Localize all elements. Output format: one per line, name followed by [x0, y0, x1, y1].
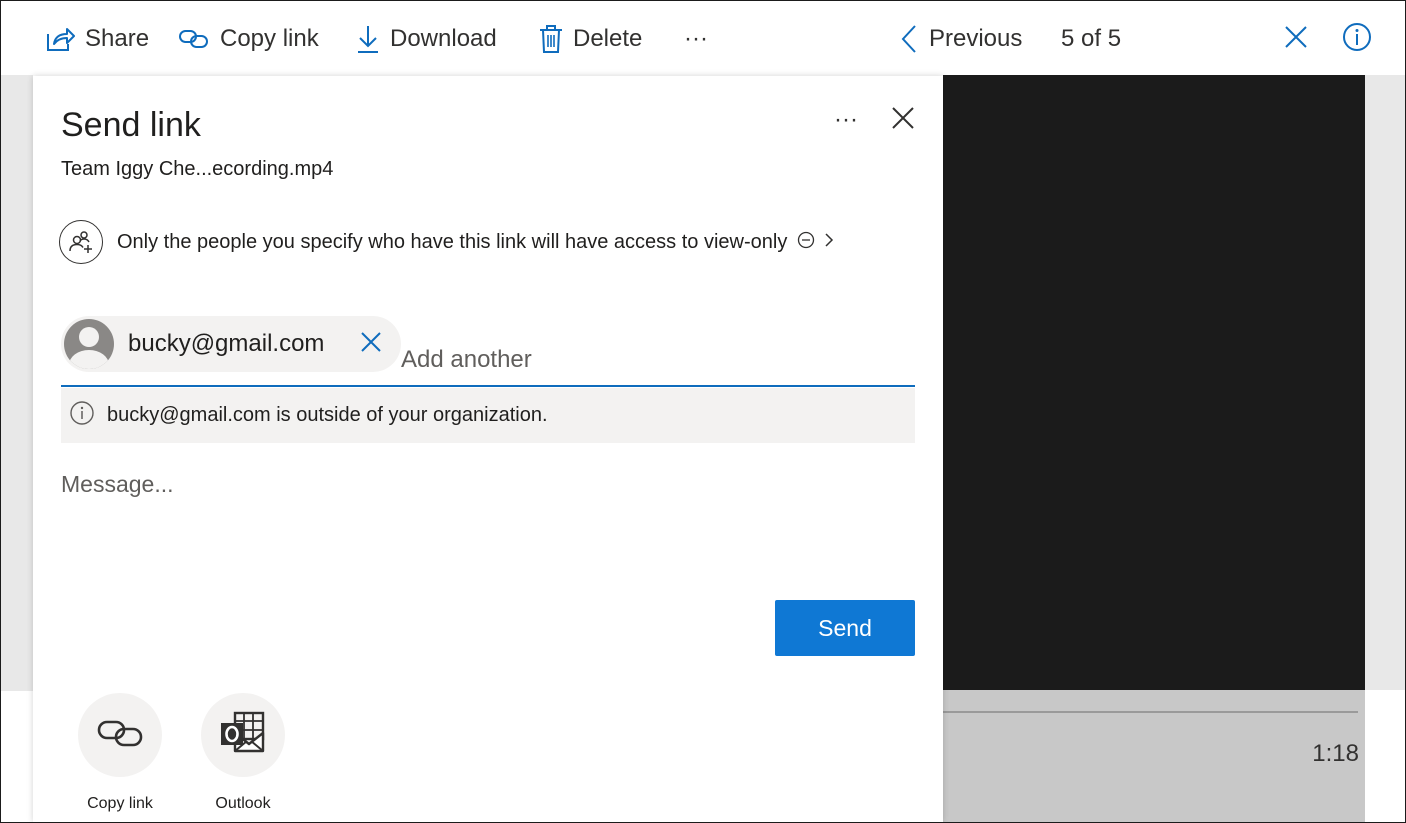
outlook-circle: [201, 693, 285, 777]
more-icon: ···: [684, 25, 708, 52]
recipients-field: bucky@gmail.com: [61, 316, 915, 387]
previous-label: Previous: [929, 25, 1023, 52]
player-controls: 1:18: [943, 690, 1365, 822]
seek-bar[interactable]: [943, 711, 1358, 713]
warning-text: bucky@gmail.com is outside of your organ…: [107, 404, 548, 426]
trash-icon: [539, 24, 563, 54]
copy-link-circle: [78, 693, 162, 777]
download-label: Download: [390, 25, 497, 52]
panel-more-button[interactable]: ···: [828, 102, 864, 138]
recipient-email: bucky@gmail.com: [128, 330, 325, 357]
previous-button[interactable]: Previous: [899, 19, 1022, 59]
link-settings-button[interactable]: Only the people you specify who have thi…: [59, 220, 835, 264]
external-warning: bucky@gmail.com is outside of your organ…: [61, 388, 915, 443]
chevron-left-icon: [899, 24, 919, 54]
people-icon: [59, 220, 103, 264]
delete-button[interactable]: Delete: [539, 19, 642, 59]
video-frame[interactable]: [943, 75, 1365, 691]
minus-circle-icon: [797, 231, 815, 254]
copy-link-label: Copy link: [220, 25, 319, 52]
more-options-button[interactable]: ···: [684, 19, 708, 59]
info-icon: [1342, 22, 1372, 57]
close-viewer-button[interactable]: [1276, 19, 1316, 59]
backdrop-left: [1, 75, 33, 691]
share-button[interactable]: Share: [45, 19, 149, 59]
message-input[interactable]: [61, 471, 915, 581]
outlook-icon: [219, 711, 267, 760]
add-recipient-input[interactable]: [401, 342, 901, 378]
item-counter: 5 of 5: [1061, 25, 1122, 52]
link-icon: [178, 27, 210, 51]
share-label: Share: [85, 25, 150, 52]
send-link-panel: Send link ··· Team Iggy Che...ecording.m…: [33, 76, 943, 822]
copy-link-option-label: Copy link: [87, 795, 153, 812]
close-icon: [1284, 25, 1308, 54]
panel-close-button[interactable]: [885, 102, 921, 138]
access-description: Only the people you specify who have thi…: [117, 230, 788, 253]
download-button[interactable]: Download: [356, 19, 497, 59]
access-tail: [797, 231, 835, 254]
command-bar: Share Copy link Download Delete ··· Prev…: [1, 1, 1405, 75]
link-icon: [96, 716, 144, 755]
close-icon: [360, 331, 382, 358]
info-icon: [69, 400, 95, 431]
copy-link-option[interactable]: Copy link: [70, 693, 170, 813]
outlook-option-label: Outlook: [215, 795, 271, 812]
more-icon: ···: [834, 106, 858, 133]
info-button[interactable]: [1337, 19, 1377, 59]
download-icon: [356, 24, 380, 54]
chevron-right-icon: [823, 231, 835, 254]
remove-recipient-button[interactable]: [357, 330, 385, 358]
panel-title: Send link: [61, 106, 201, 144]
share-icon: [45, 25, 75, 53]
copy-link-button[interactable]: Copy link: [178, 19, 319, 59]
controls-gutter: [1365, 690, 1405, 822]
avatar: [64, 319, 114, 369]
video-duration: 1:18: [1312, 740, 1359, 767]
file-name: Team Iggy Che...ecording.mp4: [61, 158, 334, 180]
backdrop-right: [1365, 75, 1405, 691]
recipient-chip[interactable]: bucky@gmail.com: [61, 316, 401, 372]
delete-label: Delete: [573, 25, 643, 52]
outlook-option[interactable]: Outlook: [193, 693, 293, 813]
close-icon: [891, 106, 915, 135]
send-button[interactable]: Send: [775, 600, 915, 656]
